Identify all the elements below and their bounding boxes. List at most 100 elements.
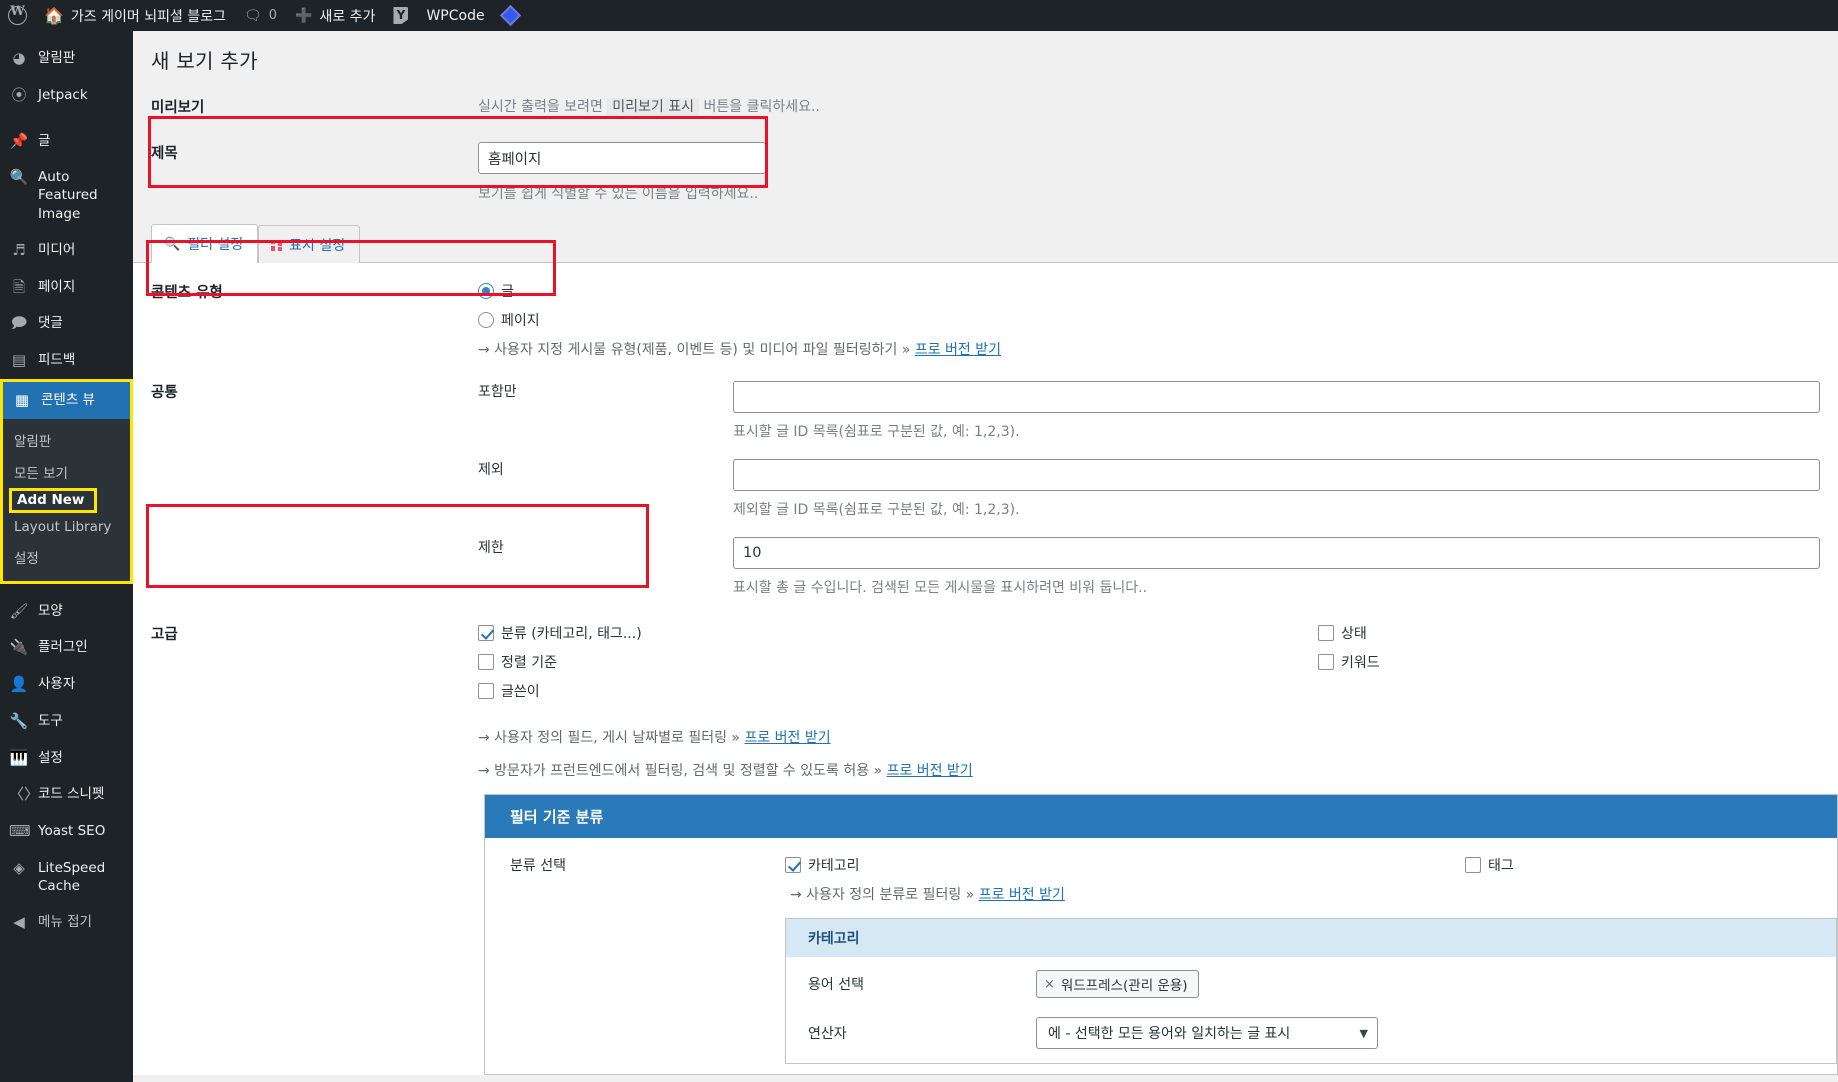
checkbox-order-by[interactable]: 정렬 기준 (478, 652, 1318, 672)
sidebar-item-feedback[interactable]: ▤ 피드백 (0, 342, 133, 379)
taxonomy-right-col: 태그 (1465, 855, 1514, 904)
dashboard-icon: ◕ (12, 49, 26, 67)
remove-term-icon[interactable]: × (1044, 977, 1055, 992)
preview-desc-after: 버튼을 클릭하세요.. (703, 99, 820, 115)
sidebar-item-jetpack[interactable]: ⦿ Jetpack (0, 77, 133, 114)
wpcode-button[interactable]: WPCode (417, 0, 493, 31)
title-input[interactable] (478, 142, 766, 174)
pin-icon: 📌 (9, 131, 29, 150)
sidebar-item-pages[interactable]: 🗎 페이지 (0, 269, 133, 306)
checkbox-taxonomy-box (478, 625, 494, 641)
preview-button-hint[interactable]: 미리보기 표시 (607, 98, 700, 116)
sidebar-item-yoast-seo[interactable]: ⌨ Yoast SEO (0, 813, 133, 850)
title-field-label: 제목 (151, 146, 178, 162)
sidebar-item-label: 알림판 (38, 50, 76, 66)
checkbox-category-box (785, 857, 801, 873)
sidebar-item-comments[interactable]: 🗩 댓글 (0, 305, 133, 342)
checkbox-tag[interactable]: 태그 (1465, 855, 1514, 875)
checkbox-taxonomy[interactable]: 분류 (카테고리, 태그...) (478, 623, 1318, 643)
submenu-item-dashboard[interactable]: 알림판 (3, 424, 130, 456)
submenu-item-settings[interactable]: 설정 (3, 541, 130, 573)
submenu-item-layout-library[interactable]: Layout Library (3, 513, 130, 541)
sidebar-item-users[interactable]: 👤 사용자 (0, 666, 133, 703)
tab-filter-settings[interactable]: 🔍 필터 설정 (151, 224, 259, 263)
filter-by-taxonomy-panel: 필터 기준 분류 분류 선택 카테고리 → 사용자 정의 분류로 필터링 » 프… (484, 794, 1838, 1075)
sidebar-item-auto-featured-image[interactable]: 🔍 Auto Featured Image (0, 159, 133, 232)
sidebar-item-label: 피드백 (38, 352, 76, 369)
advanced-hint-2-text: → 방문자가 프런트엔드에서 필터링, 검색 및 정렬할 수 있도록 허용 » (478, 763, 883, 779)
checkbox-author-box (478, 683, 494, 699)
limit-input[interactable] (733, 537, 1820, 569)
tab-display-settings[interactable]: 표시 설정 (258, 225, 361, 263)
sidebar-item-label: 모양 (38, 602, 63, 619)
site-name-button[interactable]: 🏠 가즈 게이머 뇌피셜 블로그 (35, 0, 235, 31)
page-icon: 🗎 (12, 277, 26, 296)
tools-icon: 🔧 (9, 711, 29, 730)
include-only-field: 포함만 표시할 글 ID 목록(쉼표로 구분된 값, 예: 1,2,3). (478, 381, 1838, 441)
comments-button[interactable]: 🗨 0 (235, 0, 286, 31)
submenu-item-add-new[interactable]: Add New (9, 487, 98, 513)
sidebar-item-content-views[interactable]: ▦ 콘텐츠 뷰 (3, 381, 130, 419)
checkbox-taxonomy-label: 분류 (카테고리, 태그...) (501, 626, 642, 642)
sidebar-item-label: 플러그인 (38, 639, 88, 656)
checkbox-category[interactable]: 카테고리 (785, 855, 1465, 875)
search-icon: 🔍 (164, 236, 181, 252)
sidebar-item-dashboard[interactable]: ◕ 알림판 (0, 40, 133, 77)
plugin-icon: 🔌 (9, 638, 29, 657)
pro-version-link[interactable]: 프로 버전 받기 (744, 730, 830, 746)
include-only-hint: 표시할 글 ID 목록(쉼표로 구분된 값, 예: 1,2,3). (733, 424, 1020, 440)
radio-page-indicator (478, 312, 494, 328)
advanced-left-column: 분류 (카테고리, 태그...) 정렬 기준 글쓴이 (478, 623, 1318, 710)
checkbox-author[interactable]: 글쓴이 (478, 681, 1318, 701)
taxonomy-panel-heading: 필터 기준 분류 (485, 795, 1837, 838)
term-tag-wrap[interactable]: × 워드프레스(관리 운용) (1036, 970, 1199, 998)
operator-select[interactable]: 에 - 선택한 모든 용어와 일치하는 글 표시 ▼ (1036, 1017, 1378, 1049)
include-only-input[interactable] (733, 381, 1820, 413)
radio-post[interactable]: 글 (478, 281, 1838, 301)
sidebar-item-code-snippets[interactable]: 〈〉 코드 스니펫 (0, 776, 133, 813)
sidebar-item-litespeed-cache[interactable]: ◈ LiteSpeed Cache (0, 850, 133, 904)
sidebar-item-label: 사용자 (38, 676, 76, 693)
collapse-menu-button[interactable]: ◀ 메뉴 접기 (0, 904, 133, 941)
pro-version-link[interactable]: 프로 버전 받기 (979, 887, 1065, 903)
exclude-input[interactable] (733, 459, 1820, 491)
content-views-highlight: ▦ 콘텐츠 뷰 알림판 모든 보기 Add New Layout Library… (0, 378, 133, 584)
sidebar-item-tools[interactable]: 🔧 도구 (0, 703, 133, 740)
sidebar-item-settings[interactable]: 🎹 설정 (0, 740, 133, 777)
wordpress-logo-button[interactable] (0, 0, 35, 31)
pro-version-link[interactable]: 프로 버전 받기 (887, 763, 973, 779)
content-type-hint: → 사용자 지정 게시물 유형(제품, 이벤트 등) 및 미디어 파일 필터링하… (478, 339, 1838, 359)
checkbox-keyword-label: 키워드 (1341, 655, 1380, 671)
content-type-row: 콘텐츠 유형 글 페이지 → 사용자 지정 게시물 유형(제품, 이벤트 등) … (133, 281, 1838, 359)
checkbox-tag-box (1465, 857, 1481, 873)
admin-sidebar: ◕ 알림판 ⦿ Jetpack 📌 글 🔍 Auto Featured Imag… (0, 31, 133, 1082)
submenu-item-add-new-wrap: Add New (3, 487, 130, 513)
sidebar-item-media[interactable]: ♬ 미디어 (0, 232, 133, 269)
jetpack-diamond-button[interactable] (494, 0, 527, 31)
advanced-label: 고급 (151, 627, 178, 643)
radio-page-label: 페이지 (501, 313, 540, 329)
limit-label: 제한 (478, 540, 504, 556)
taxonomy-select-label: 분류 선택 (510, 858, 566, 874)
radio-page[interactable]: 페이지 (478, 310, 1838, 330)
category-panel-heading: 카테고리 (786, 919, 1836, 957)
content-type-label: 콘텐츠 유형 (151, 285, 223, 301)
sidebar-item-plugins[interactable]: 🔌 플러그인 (0, 629, 133, 666)
submenu-item-all-views[interactable]: 모든 보기 (3, 456, 130, 488)
exclude-hint: 제외할 글 ID 목록(쉼표로 구분된 값, 예: 1,2,3). (733, 502, 1020, 518)
sidebar-item-label: 미디어 (38, 241, 76, 258)
sidebar-item-label: Auto Featured Image (38, 169, 98, 222)
checkbox-keyword[interactable]: 키워드 (1318, 652, 1380, 672)
checkbox-order-by-box (478, 654, 494, 670)
advanced-hint-1: → 사용자 정의 필드, 게시 날짜별로 필터링 » 프로 버전 받기 (478, 727, 1838, 747)
yoast-seo-button[interactable]: Y (384, 0, 417, 31)
pro-version-link[interactable]: 프로 버전 받기 (915, 342, 1001, 358)
checkbox-status-label: 상태 (1341, 626, 1367, 642)
checkbox-status[interactable]: 상태 (1318, 623, 1380, 643)
sidebar-item-appearance[interactable]: 🖌 모양 (0, 593, 133, 630)
new-content-button[interactable]: ➕ 새로 추가 (286, 0, 384, 31)
sidebar-item-label: Jetpack (38, 86, 88, 103)
sidebar-item-posts[interactable]: 📌 글 (0, 123, 133, 160)
checkbox-order-by-label: 정렬 기준 (501, 655, 557, 671)
sidebar-item-label: 댓글 (38, 315, 63, 332)
